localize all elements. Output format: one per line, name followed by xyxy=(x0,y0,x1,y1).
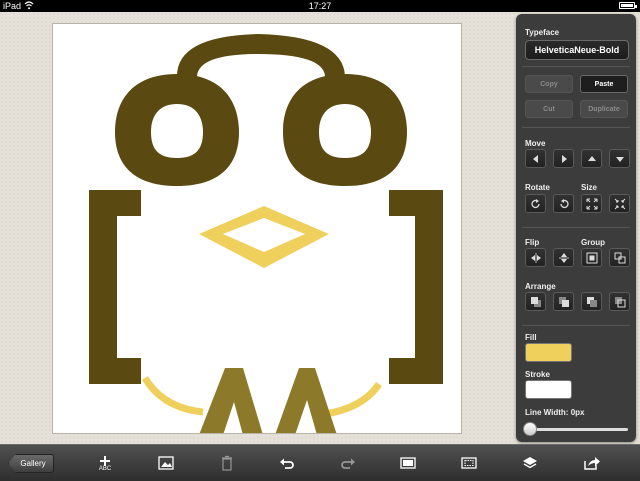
rotate-ccw-icon xyxy=(560,199,569,209)
move-up-button[interactable] xyxy=(581,149,602,168)
artwork xyxy=(89,34,443,434)
right-eye-shape[interactable] xyxy=(283,74,407,186)
fill-color-swatch[interactable] xyxy=(525,343,572,362)
arrow-up-icon xyxy=(588,156,596,161)
shrink-icon xyxy=(614,198,626,210)
ungroup-icon xyxy=(614,252,626,264)
bring-to-front-button[interactable] xyxy=(525,292,546,311)
arrow-right-icon xyxy=(562,155,567,163)
size-label: Size xyxy=(581,183,598,192)
undo-button[interactable] xyxy=(276,453,298,473)
bring-forward-icon xyxy=(559,297,569,307)
paste-button[interactable]: Paste xyxy=(580,75,628,93)
drawing-canvas[interactable] xyxy=(52,23,462,434)
fill-label: Fill xyxy=(525,333,537,342)
copy-button[interactable]: Copy xyxy=(525,75,573,93)
bring-to-front-icon xyxy=(531,297,541,307)
image-icon xyxy=(158,456,174,470)
rotate-label: Rotate xyxy=(525,183,550,192)
clock: 17:27 xyxy=(308,1,332,11)
typeface-label: Typeface xyxy=(525,28,560,37)
flip-label: Flip xyxy=(525,238,540,247)
send-to-back-icon xyxy=(615,297,626,308)
stroke-label: Stroke xyxy=(525,370,550,379)
size-increase-button[interactable] xyxy=(581,194,602,213)
bring-forward-button[interactable] xyxy=(553,292,574,311)
flip-horizontal-button[interactable] xyxy=(525,248,546,267)
add-image-button[interactable] xyxy=(155,453,177,473)
divider xyxy=(522,66,630,67)
arrow-down-icon xyxy=(616,157,624,162)
move-right-button[interactable] xyxy=(553,149,574,168)
rotate-clockwise-button[interactable] xyxy=(525,194,546,213)
canvas-size-icon xyxy=(400,457,416,469)
move-left-button[interactable] xyxy=(525,149,546,168)
send-to-back-button[interactable] xyxy=(609,292,630,311)
duplicate-button[interactable]: Duplicate xyxy=(580,100,628,118)
expand-icon xyxy=(586,198,598,210)
flip-vertical-button[interactable] xyxy=(553,248,574,267)
crop-button[interactable] xyxy=(458,453,480,473)
share-button[interactable] xyxy=(580,453,602,473)
group-button[interactable] xyxy=(581,248,602,267)
flip-horizontal-icon xyxy=(531,253,541,263)
send-backward-icon xyxy=(587,297,597,307)
typeface-picker[interactable]: HelveticaNeue-Bold xyxy=(525,40,629,60)
gallery-button[interactable]: Gallery xyxy=(8,454,54,473)
arrow-left-icon xyxy=(533,155,538,163)
arrange-label: Arrange xyxy=(525,282,556,291)
rotate-counterclockwise-button[interactable] xyxy=(553,194,574,213)
layers-icon xyxy=(523,457,537,469)
battery-icon xyxy=(619,2,637,9)
line-width-slider[interactable] xyxy=(528,428,628,431)
divider xyxy=(522,325,630,326)
cut-button[interactable]: Cut xyxy=(525,100,573,118)
line-width-slider-thumb[interactable] xyxy=(523,422,537,436)
headband-shape[interactable] xyxy=(177,34,345,76)
group-icon xyxy=(586,252,598,264)
divider xyxy=(522,227,630,228)
left-eye-shape[interactable] xyxy=(115,74,239,186)
undo-icon xyxy=(280,458,294,469)
bottom-toolbar: Gallery ABC xyxy=(0,444,640,481)
flip-vertical-icon xyxy=(559,253,569,263)
crop-icon xyxy=(461,457,477,469)
layers-button[interactable] xyxy=(519,453,541,473)
status-bar: iPad 17:27 xyxy=(0,0,640,12)
beak-shape[interactable] xyxy=(199,206,329,268)
group-label: Group xyxy=(581,238,605,247)
canvas-size-button[interactable] xyxy=(397,453,419,473)
size-decrease-button[interactable] xyxy=(609,194,630,213)
move-label: Move xyxy=(525,139,546,148)
right-smile-shape[interactable] xyxy=(324,381,382,418)
left-bracket-shape[interactable] xyxy=(89,190,141,384)
stroke-color-swatch[interactable] xyxy=(525,380,572,399)
delete-button[interactable] xyxy=(216,453,238,473)
rotate-cw-icon xyxy=(531,199,540,209)
right-bracket-shape[interactable] xyxy=(389,190,443,384)
add-text-button[interactable]: ABC xyxy=(94,453,116,473)
left-foot-shape[interactable] xyxy=(199,368,263,434)
left-smile-shape[interactable] xyxy=(141,376,204,416)
send-backward-button[interactable] xyxy=(581,292,602,311)
share-icon xyxy=(584,457,600,470)
add-text-sublabel: ABC xyxy=(98,466,112,472)
move-down-button[interactable] xyxy=(609,149,630,168)
line-width-label: Line Width: 0px xyxy=(525,408,585,417)
inspector-panel: Typeface HelveticaNeue-Bold Copy Paste C… xyxy=(516,14,636,442)
right-foot-shape[interactable] xyxy=(275,368,337,434)
trash-icon xyxy=(222,455,232,471)
redo-button[interactable] xyxy=(337,453,359,473)
divider xyxy=(522,127,630,128)
redo-icon xyxy=(341,458,355,469)
ungroup-button[interactable] xyxy=(609,248,630,267)
